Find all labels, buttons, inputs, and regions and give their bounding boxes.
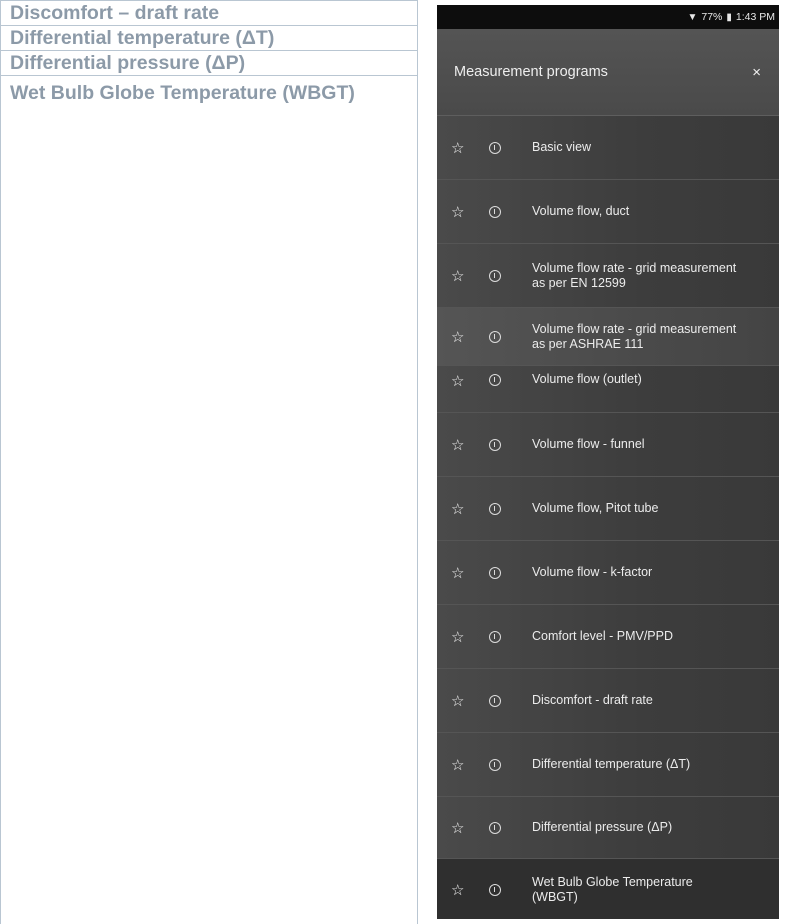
program-label: Comfort level - PMV/PPD bbox=[532, 629, 674, 643]
list-item-grid-ashrae111[interactable]: ☆ Volume flow rate - grid measurement as… bbox=[437, 308, 779, 366]
favorite-star-icon[interactable]: ☆ bbox=[451, 328, 471, 346]
documentation-table: Discomfort – draft rate Differential tem… bbox=[0, 0, 418, 924]
phone-screenshot: ▼ 77% ▮ 1:43 PM Measurement programs × ☆… bbox=[437, 5, 779, 919]
battery-percent: 77% bbox=[701, 11, 723, 23]
favorite-star-icon[interactable]: ☆ bbox=[451, 881, 471, 899]
list-item-volume-flow-duct[interactable]: ☆ Volume flow, duct bbox=[437, 180, 779, 244]
info-icon[interactable] bbox=[489, 374, 501, 386]
list-item-basic-view[interactable]: ☆ Basic view bbox=[437, 116, 779, 180]
favorite-star-icon[interactable]: ☆ bbox=[451, 819, 471, 837]
close-button[interactable]: × bbox=[752, 64, 761, 81]
list-item-comfort-level[interactable]: ☆ Comfort level - PMV/PPD bbox=[437, 605, 779, 669]
info-icon[interactable] bbox=[489, 269, 501, 282]
doc-row-discomfort: Discomfort – draft rate bbox=[1, 0, 417, 26]
doc-row-wbgt: Wet Bulb Globe Temperature (WBGT) bbox=[10, 82, 355, 104]
favorite-star-icon[interactable]: ☆ bbox=[451, 436, 471, 454]
info-icon[interactable] bbox=[489, 630, 501, 643]
info-icon[interactable] bbox=[489, 205, 501, 218]
program-label: Volume flow - k-factor bbox=[532, 565, 653, 579]
info-icon[interactable] bbox=[489, 330, 501, 343]
battery-icon: ▮ bbox=[726, 11, 732, 23]
list-item-differential-pressure[interactable]: ☆ Differential pressure (ΔP) bbox=[437, 797, 779, 859]
program-label: Volume flow rate - grid measurement as p… bbox=[532, 260, 737, 290]
doc-row-differential-pressure: Differential pressure (ΔP) bbox=[1, 51, 417, 76]
favorite-star-icon[interactable]: ☆ bbox=[451, 692, 471, 710]
doc-row-differential-temperature: Differential temperature (ΔT) bbox=[1, 26, 417, 51]
favorite-star-icon[interactable]: ☆ bbox=[451, 564, 471, 582]
list-item-k-factor[interactable]: ☆ Volume flow - k-factor bbox=[437, 541, 779, 605]
program-label: Volume flow, Pitot tube bbox=[532, 501, 659, 515]
favorite-star-icon[interactable]: ☆ bbox=[451, 372, 471, 390]
program-label: Discomfort - draft rate bbox=[532, 693, 653, 707]
list-item-wbgt[interactable]: ☆ Wet Bulb Globe Temperature (WBGT) bbox=[437, 859, 779, 919]
favorite-star-icon[interactable]: ☆ bbox=[451, 500, 471, 518]
program-label: Differential pressure (ΔP) bbox=[532, 820, 673, 834]
info-icon[interactable] bbox=[489, 502, 501, 515]
wifi-icon: ▼ bbox=[687, 11, 698, 23]
app-header: Measurement programs × bbox=[437, 29, 779, 116]
favorite-star-icon[interactable]: ☆ bbox=[451, 203, 471, 221]
favorite-star-icon[interactable]: ☆ bbox=[451, 139, 471, 157]
info-icon[interactable] bbox=[489, 694, 501, 707]
program-label: Wet Bulb Globe Temperature (WBGT) bbox=[532, 875, 693, 904]
info-icon[interactable] bbox=[489, 821, 501, 834]
program-label: Volume flow rate - grid measurement as p… bbox=[532, 321, 737, 351]
program-label: Volume flow (outlet) bbox=[532, 372, 642, 386]
page-title: Measurement programs bbox=[454, 64, 608, 80]
program-label: Volume flow, duct bbox=[532, 204, 630, 218]
program-label: Volume flow - funnel bbox=[532, 437, 645, 451]
favorite-star-icon[interactable]: ☆ bbox=[451, 628, 471, 646]
list-item-volume-flow-outlet[interactable]: ☆ Volume flow (outlet) bbox=[437, 366, 779, 413]
clock: 1:43 PM bbox=[735, 11, 775, 23]
info-icon[interactable] bbox=[489, 566, 501, 579]
info-icon[interactable] bbox=[489, 141, 501, 154]
status-bar: ▼ 77% ▮ 1:43 PM bbox=[437, 5, 779, 29]
program-list: ☆ Basic view ☆ Volume flow, duct ☆ Volum… bbox=[437, 116, 779, 919]
favorite-star-icon[interactable]: ☆ bbox=[451, 756, 471, 774]
list-item-pitot-tube[interactable]: ☆ Volume flow, Pitot tube bbox=[437, 477, 779, 541]
list-item-volume-flow-funnel[interactable]: ☆ Volume flow - funnel bbox=[437, 413, 779, 477]
list-item-differential-temperature[interactable]: ☆ Differential temperature (ΔT) bbox=[437, 733, 779, 797]
info-icon[interactable] bbox=[489, 438, 501, 451]
favorite-star-icon[interactable]: ☆ bbox=[451, 267, 471, 285]
info-icon[interactable] bbox=[489, 758, 501, 771]
list-item-discomfort[interactable]: ☆ Discomfort - draft rate bbox=[437, 669, 779, 733]
program-label: Basic view bbox=[532, 140, 592, 154]
info-icon[interactable] bbox=[489, 884, 501, 896]
list-item-grid-en12599[interactable]: ☆ Volume flow rate - grid measurement as… bbox=[437, 244, 779, 308]
program-label: Differential temperature (ΔT) bbox=[532, 757, 691, 771]
